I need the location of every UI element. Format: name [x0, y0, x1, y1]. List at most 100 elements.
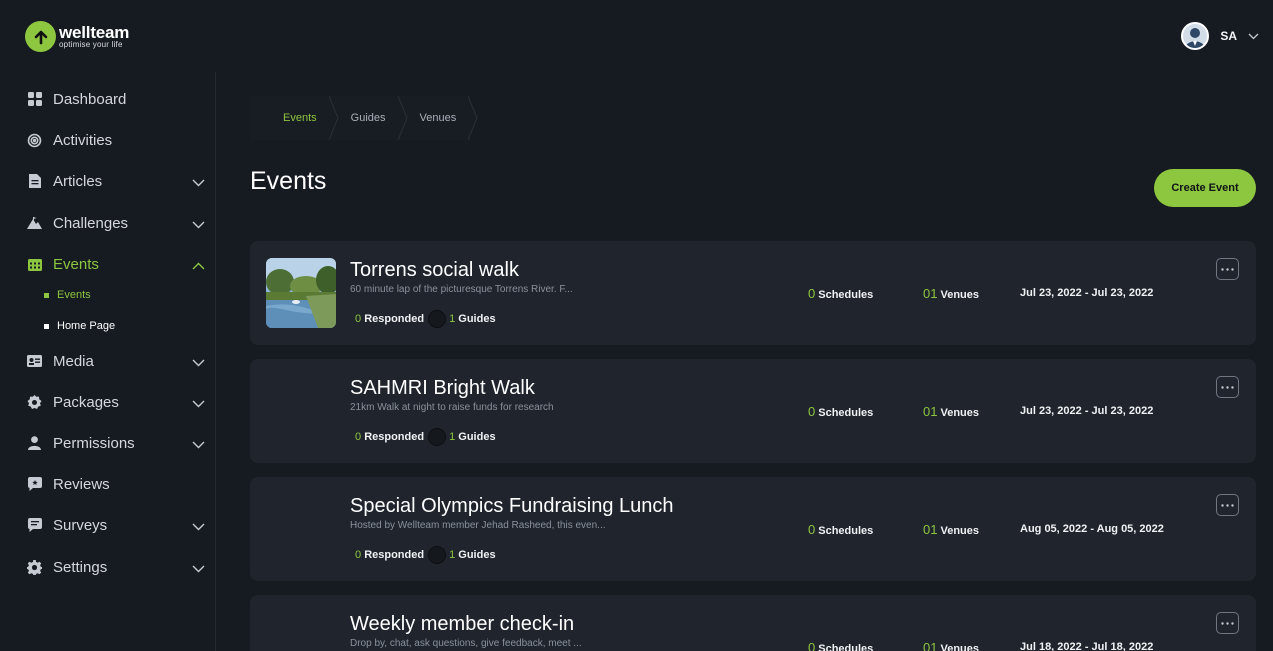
sidebar-item-label: Articles — [53, 172, 103, 190]
sidebar-item-challenges[interactable]: Challenges — [27, 211, 205, 235]
sidebar-item-label: Events — [53, 255, 99, 273]
breadcrumb-label: Events — [283, 112, 317, 124]
sidebar-item-reviews[interactable]: Reviews — [27, 472, 205, 496]
more-options-button[interactable] — [1216, 258, 1239, 280]
event-description: 60 minute lap of the picturesque Torrens… — [350, 284, 573, 295]
sidebar: Dashboard Activities Articles Challenges… — [0, 72, 216, 651]
responded-count: 0 — [355, 549, 362, 561]
event-title: Weekly member check-in — [350, 613, 575, 635]
schedules-label: Schedules — [818, 643, 874, 651]
venues-label: Venues — [940, 525, 979, 537]
breadcrumb: Events Guides Venues — [250, 96, 478, 140]
chevron-down-icon — [192, 518, 205, 536]
venues-count: 01 — [923, 522, 938, 537]
schedules-label: Schedules — [818, 525, 874, 537]
chevron-down-icon — [192, 436, 205, 454]
sidebar-item-dashboard[interactable]: Dashboard — [27, 87, 205, 111]
schedules-count: 0 — [808, 640, 816, 651]
event-description: 21km Walk at night to raise funds for re… — [350, 402, 554, 413]
sidebar-item-label: Reviews — [53, 475, 110, 493]
sidebar-subitem-home-page[interactable]: Home Page — [44, 320, 115, 332]
sidebar-item-label: Packages — [53, 393, 119, 411]
more-options-button[interactable] — [1216, 612, 1239, 634]
arrow-up-icon — [25, 21, 56, 52]
schedules-stat: 0 Schedules — [808, 404, 873, 419]
user-menu[interactable]: SA — [1181, 22, 1259, 50]
schedules-count: 0 — [808, 286, 816, 301]
responded-label: Responded — [364, 431, 425, 443]
venues-count: 01 — [923, 640, 938, 651]
sidebar-subitem-events[interactable]: Events — [44, 289, 91, 301]
more-options-button[interactable] — [1216, 376, 1239, 398]
sidebar-item-label: Activities — [53, 131, 113, 149]
user-icon — [27, 436, 42, 451]
schedules-stat: 0 Schedules — [808, 522, 873, 537]
guides-count: 1 — [449, 431, 456, 443]
event-dates: Jul 18, 2022 - Jul 18, 2022 — [1020, 641, 1154, 651]
event-title: SAHMRI Bright Walk — [350, 377, 535, 399]
sidebar-subitem-label: Home Page — [57, 320, 116, 332]
event-card[interactable]: SAHMRI Bright Walk 21km Walk at night to… — [250, 359, 1256, 463]
guides-label: Guides — [458, 313, 496, 325]
event-title: Special Olympics Fundraising Lunch — [350, 495, 674, 517]
event-dates: Jul 23, 2022 - Jul 23, 2022 — [1020, 405, 1154, 417]
sidebar-item-events[interactable]: Events — [27, 252, 205, 276]
chevron-down-icon — [192, 174, 205, 192]
schedules-count: 0 — [808, 404, 816, 419]
avatar — [1181, 22, 1210, 50]
venues-stat: 01 Venues — [923, 522, 979, 537]
grid-icon — [27, 92, 42, 107]
schedules-label: Schedules — [818, 407, 874, 419]
venues-count: 01 — [923, 286, 938, 301]
guides-label: Guides — [458, 431, 496, 443]
brand-name: wellteam — [59, 23, 130, 42]
event-thumbnail — [266, 258, 336, 328]
sidebar-item-articles[interactable]: Articles — [27, 169, 205, 193]
chevron-down-icon — [192, 560, 205, 578]
breadcrumb-venues[interactable]: Venues — [399, 96, 478, 140]
sidebar-item-activities[interactable]: Activities — [27, 128, 205, 152]
sidebar-item-surveys[interactable]: Surveys — [27, 513, 205, 537]
bullet-icon — [44, 292, 49, 298]
venues-stat: 01 Venues — [923, 640, 979, 651]
event-meta: 0 Responded 1 Guides — [355, 546, 496, 564]
sidebar-item-permissions[interactable]: Permissions — [27, 431, 205, 455]
calendar-icon — [27, 257, 42, 272]
schedules-count: 0 — [808, 522, 816, 537]
guides-label: Guides — [458, 549, 496, 561]
brand-logo[interactable]: wellteam optimise your life — [25, 21, 129, 52]
event-description: Drop by, chat, ask questions, give feedb… — [350, 638, 582, 649]
gear-icon — [27, 559, 42, 575]
create-event-button[interactable]: Create Event — [1154, 169, 1256, 207]
sidebar-item-packages[interactable]: Packages — [27, 390, 205, 414]
schedules-stat: 0 Schedules — [808, 640, 873, 651]
responded-count: 0 — [355, 431, 362, 443]
event-card[interactable]: Special Olympics Fundraising Lunch Hoste… — [250, 477, 1256, 581]
venues-stat: 01 Venues — [923, 404, 979, 419]
more-options-button[interactable] — [1216, 494, 1239, 516]
gear-badge-icon — [27, 394, 42, 410]
sidebar-item-label: Media — [53, 352, 94, 370]
schedules-stat: 0 Schedules — [808, 286, 873, 301]
breadcrumb-guides[interactable]: Guides — [330, 96, 408, 140]
sidebar-item-label: Dashboard — [53, 90, 127, 108]
sidebar-item-settings[interactable]: Settings — [27, 555, 205, 579]
event-card[interactable]: Torrens social walk 60 minute lap of the… — [250, 241, 1256, 345]
venues-stat: 01 Venues — [923, 286, 979, 301]
chevron-up-icon — [192, 257, 205, 275]
more-dots-icon — [1221, 621, 1234, 625]
chevron-down-icon — [192, 395, 205, 413]
user-initials: SA — [1220, 29, 1237, 43]
venues-label: Venues — [940, 407, 979, 419]
chevron-separator-icon — [397, 96, 408, 140]
sidebar-item-media[interactable]: Media — [27, 349, 205, 373]
event-title: Torrens social walk — [350, 259, 519, 281]
sidebar-item-label: Settings — [53, 558, 108, 576]
event-dates: Aug 05, 2022 - Aug 05, 2022 — [1020, 523, 1164, 535]
chevron-separator-icon — [328, 96, 339, 140]
schedules-label: Schedules — [818, 289, 874, 301]
breadcrumb-events[interactable]: Events — [250, 96, 339, 140]
chevron-down-icon — [192, 354, 205, 372]
guide-avatar — [428, 428, 447, 446]
event-card[interactable]: Weekly member check-in Drop by, chat, as… — [250, 595, 1256, 651]
